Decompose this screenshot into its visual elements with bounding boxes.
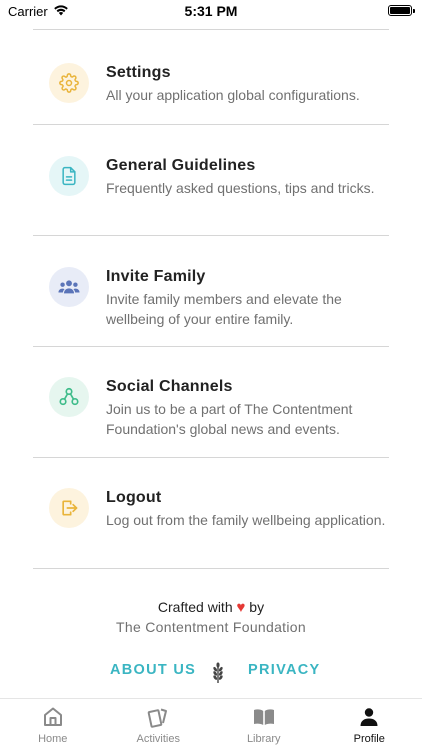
share-icon [59, 387, 79, 406]
home-icon [43, 707, 62, 726]
tab-label: Activities [136, 733, 180, 745]
heart-icon: ♥ [236, 599, 246, 616]
crafted-prefix: Crafted with [157, 599, 233, 615]
status-bar: Carrier 5:31 PM [0, 0, 422, 22]
foundation-name: The Contentment Foundation [116, 619, 306, 635]
document-icon [62, 166, 76, 186]
menu-item-description: Log out from the family wellbeing applic… [106, 512, 386, 528]
tab-label: Profile [353, 733, 385, 745]
logout-icon [62, 500, 78, 516]
crafted-with-love: Crafted with ♥ by [0, 599, 422, 616]
menu-item-description: Invite family members and elevate the we… [106, 291, 342, 327]
battery-icon [388, 5, 415, 16]
status-time: 5:31 PM [184, 3, 238, 19]
cards-icon [147, 708, 168, 728]
menu-item-invite-family[interactable]: Invite Family Invite family members and … [33, 236, 389, 347]
wheat-icon [213, 662, 223, 683]
footer-links: ABOUT US PRIVACY [0, 662, 422, 683]
menu-item-title: Settings [106, 64, 171, 81]
menu-item-title: Invite Family [106, 268, 206, 285]
menu-item-description: Frequently asked questions, tips and tri… [106, 180, 375, 196]
tab-library[interactable]: Library [211, 699, 317, 750]
menu-item-title: General Guidelines [106, 157, 256, 174]
tab-activities[interactable]: Activities [106, 699, 212, 750]
menu-item-logout[interactable]: Logout Log out from the family wellbeing… [33, 458, 389, 569]
tab-home[interactable]: Home [0, 699, 106, 750]
menu-item-title: Logout [106, 489, 162, 506]
menu-item-general-guidelines[interactable]: General Guidelines Frequently asked ques… [33, 125, 389, 236]
crafted-suffix: by [249, 599, 265, 615]
tab-profile[interactable]: Profile [317, 699, 422, 750]
about-us-link[interactable]: ABOUT US [110, 662, 196, 678]
book-icon [253, 709, 274, 725]
menu-item-settings[interactable]: Settings All your application global con… [33, 30, 389, 125]
tab-bar: Home Activities Library Profile [0, 698, 422, 750]
profile-menu-list: Settings All your application global con… [33, 29, 389, 569]
tab-label: Home [38, 733, 68, 745]
menu-item-description: Join us to be a part of The Contentment … [106, 401, 353, 437]
menu-item-title: Social Channels [106, 378, 233, 395]
privacy-link[interactable]: PRIVACY [248, 662, 320, 678]
gear-icon [59, 73, 79, 93]
person-icon [360, 708, 378, 726]
tab-label: Library [246, 733, 281, 745]
menu-item-description: All your application global configuratio… [106, 87, 360, 103]
group-icon [58, 280, 80, 294]
menu-item-social-channels[interactable]: Social Channels Join us to be a part of … [33, 347, 389, 458]
